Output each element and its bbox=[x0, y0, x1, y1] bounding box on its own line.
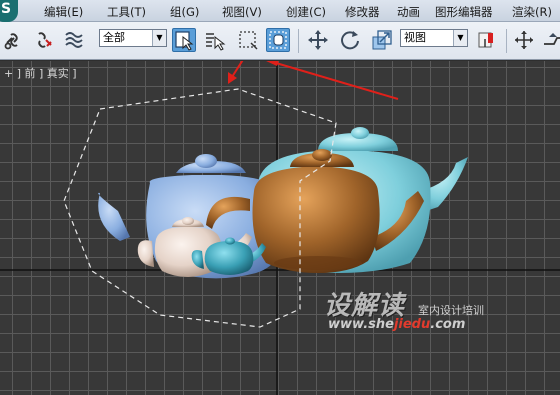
scale-icon[interactable] bbox=[370, 28, 394, 52]
watermark-url: www.shejiedu.com bbox=[328, 317, 465, 332]
rotate-icon[interactable] bbox=[338, 28, 362, 52]
pivot-icon[interactable] bbox=[474, 28, 498, 52]
main-toolbar: 全部 ▼ 视图 ▼ bbox=[0, 22, 560, 60]
chevron-down-icon: ▼ bbox=[152, 30, 166, 46]
menu-create[interactable]: 创建(C) bbox=[286, 4, 326, 20]
watermark-url-suffix: .com bbox=[430, 317, 466, 332]
selection-filter-value: 全部 bbox=[103, 31, 125, 44]
viewport-scene bbox=[0, 61, 560, 395]
select-object-icon[interactable] bbox=[172, 28, 196, 52]
watermark-subtitle: 室内设计培训 bbox=[418, 304, 484, 317]
chevron-down-icon: ▼ bbox=[453, 30, 467, 46]
menu-graph-editors[interactable]: 图形编辑器 bbox=[435, 4, 493, 20]
app-logo[interactable]: S bbox=[0, 0, 18, 22]
menu-rendering[interactable]: 渲染(R) bbox=[512, 4, 552, 20]
manipulate-icon[interactable] bbox=[512, 28, 536, 52]
select-by-name-icon[interactable] bbox=[203, 28, 227, 52]
move-icon[interactable] bbox=[306, 28, 330, 52]
menu-modifiers[interactable]: 修改器 bbox=[345, 4, 380, 20]
watermark-url-prefix: www.she bbox=[328, 317, 394, 332]
menu-views[interactable]: 视图(V) bbox=[222, 4, 262, 20]
coordinate-system-dropdown[interactable]: 视图 ▼ bbox=[400, 29, 468, 47]
menu-animation[interactable]: 动画 bbox=[397, 4, 420, 20]
toolbar-separator bbox=[506, 29, 507, 53]
selection-region-icon[interactable] bbox=[236, 28, 260, 52]
link-icon[interactable] bbox=[2, 28, 26, 52]
menu-edit[interactable]: 编辑(E) bbox=[44, 4, 83, 20]
window-crossing-icon[interactable] bbox=[266, 28, 290, 52]
bind-space-warp-icon[interactable] bbox=[62, 28, 86, 52]
watermark: 设解读 室内设计培训 www.shejiedu.com bbox=[324, 285, 504, 335]
toolbar-separator bbox=[298, 29, 299, 53]
viewport-front[interactable]: + ] 前 ] 真实 ] 设解读 室内设计培训 www.shejiedu.com bbox=[0, 61, 560, 395]
snap-toggle-icon[interactable] bbox=[540, 28, 560, 52]
coordinate-system-value: 视图 bbox=[404, 31, 426, 44]
unlink-icon[interactable] bbox=[32, 28, 56, 52]
menu-tools[interactable]: 工具(T) bbox=[107, 4, 146, 20]
annotation-arrows bbox=[228, 61, 399, 100]
watermark-url-highlight: jiedu bbox=[393, 317, 431, 332]
menu-bar: S 编辑(E) 工具(T) 组(G) 视图(V) 创建(C) 修改器 动画 图形… bbox=[0, 0, 560, 22]
selection-filter-dropdown[interactable]: 全部 ▼ bbox=[99, 29, 167, 47]
menu-group[interactable]: 组(G) bbox=[170, 4, 199, 20]
